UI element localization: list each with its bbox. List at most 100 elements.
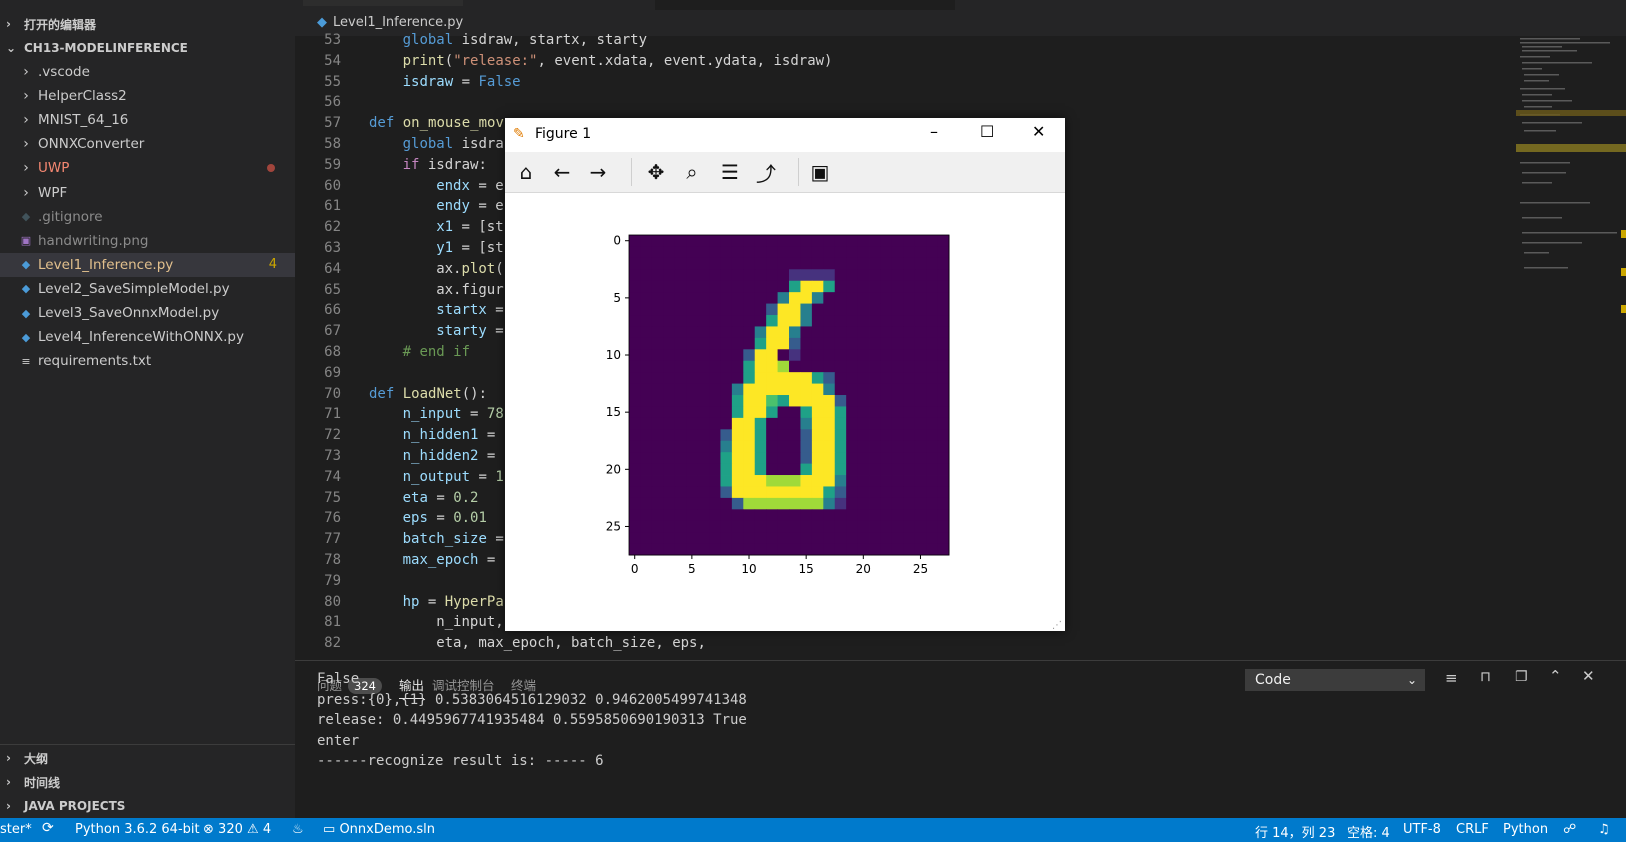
save-icon[interactable]: ▣ — [805, 157, 835, 187]
code-line[interactable]: 71 n_input = 78 — [295, 406, 504, 427]
code-line[interactable]: 66 startx = — [295, 302, 503, 323]
heatmap-cell — [914, 532, 927, 545]
sidebar-item[interactable]: › UWP — [0, 156, 295, 180]
notifications-icon[interactable]: ♫ — [1598, 822, 1610, 837]
code-line[interactable]: 72 n_hidden1 = — [295, 427, 495, 448]
close-panel-icon[interactable]: ✕ — [1582, 667, 1595, 685]
heatmap-cell — [823, 532, 836, 545]
language-mode[interactable]: Python — [1503, 822, 1548, 837]
forward-icon[interactable]: → — [583, 157, 613, 187]
code-line[interactable]: 54 print("release:", event.xdata, event.y… — [295, 53, 832, 74]
code-line[interactable]: 81 n_input, — [295, 614, 503, 635]
sidebar-section[interactable]: › 大纲 — [0, 746, 295, 770]
heatmap-cell — [869, 292, 881, 304]
heatmap-cell — [903, 269, 916, 282]
code-line[interactable]: 55 isdraw = False — [295, 74, 520, 95]
project-section[interactable]: ⌄ CH13-MODELINFERENCE — [0, 36, 295, 60]
heatmap-cell — [743, 235, 756, 247]
active-tab-fragment[interactable] — [655, 0, 955, 10]
sidebar-item[interactable]: › WPF — [0, 181, 295, 205]
code-line[interactable]: 68 # end if — [295, 344, 470, 365]
end-of-line[interactable]: CRLF — [1456, 822, 1489, 837]
code-line[interactable]: 76 eps = 0.01 — [295, 510, 487, 531]
heatmap-cell — [891, 406, 904, 419]
open-editors-section[interactable]: › 打开的编辑器 — [0, 12, 295, 36]
code-token: "release:" — [453, 52, 538, 69]
copy-icon[interactable]: ❐ — [1515, 669, 1528, 685]
encoding[interactable]: UTF-8 — [1403, 822, 1441, 837]
code-line[interactable]: 80 hp = HyperPa — [295, 594, 504, 615]
maximize-panel-icon[interactable]: ⌃ — [1549, 667, 1562, 685]
maximize-icon[interactable]: ☐ — [980, 122, 994, 141]
code-line[interactable]: 61 endy = e — [295, 198, 503, 219]
code-line[interactable]: 59 if isdraw: — [295, 157, 487, 178]
code-line[interactable]: 82 eta, max_epoch, batch_size, eps, — [295, 635, 706, 656]
sidebar-item[interactable]: › MNIST_64_16 — [0, 108, 295, 132]
code-line[interactable]: 63 y1 = [st — [295, 240, 503, 261]
code-line[interactable]: 77 batch_size = — [295, 531, 504, 552]
folder-icon: ▭ — [323, 822, 336, 837]
branch-status[interactable]: ster* — [0, 822, 32, 837]
heatmap-cell — [754, 315, 767, 327]
sidebar-item[interactable]: ◆ Level3_SaveOnnxModel.py — [0, 301, 295, 325]
heatmap-chart[interactable]: 0 5 10 15 20 25 0 5 10 15 20 25 — [505, 193, 1065, 631]
home-icon[interactable]: ⌂ — [511, 157, 541, 187]
sidebar-item[interactable]: ◆ .gitignore — [0, 205, 295, 229]
code-line[interactable]: 65 ax.figur — [295, 282, 503, 303]
code-line[interactable]: 56 — [295, 94, 341, 115]
problems-status[interactable]: ⊗ 320 ⚠ 4 — [203, 822, 271, 837]
figure-titlebar[interactable]: ✎ Figure 1 – ☐ ✕ — [505, 118, 1065, 152]
zoom-icon[interactable]: ⌕ — [677, 157, 707, 187]
python-interpreter[interactable]: Python 3.6.2 64-bit — [75, 822, 200, 837]
heatmap-cell — [846, 315, 858, 327]
sidebar-item[interactable]: › ONNXConverter — [0, 132, 295, 156]
code-line[interactable]: 79 — [295, 573, 341, 594]
sidebar-section[interactable]: › JAVA PROJECTS — [0, 794, 295, 818]
code-line[interactable]: 58 global isdra — [295, 136, 504, 157]
lock-icon[interactable]: ⊓ — [1480, 669, 1491, 685]
sidebar-item[interactable]: ◆ Level2_SaveSimpleModel.py — [0, 277, 295, 301]
code-line[interactable]: 74 n_output = 1 — [295, 469, 504, 490]
heatmap-cell — [903, 509, 916, 522]
code-line[interactable]: 53 global isdraw, startx, starty — [295, 32, 647, 53]
code-line[interactable]: 64 ax.plot( — [295, 261, 504, 282]
code-line[interactable]: 73 n_hidden2 = — [295, 448, 495, 469]
minimap[interactable] — [1508, 32, 1626, 660]
clear-output-icon[interactable]: ≡ — [1445, 669, 1458, 687]
flame-icon[interactable]: ♨ — [292, 822, 304, 837]
heatmap-cell — [937, 463, 950, 476]
code-line[interactable]: 70 def LoadNet(): — [295, 386, 487, 407]
minimize-icon[interactable]: – — [930, 122, 938, 141]
indentation[interactable]: 空格: 4 — [1347, 822, 1390, 841]
heatmap-cell — [834, 326, 847, 339]
code-line[interactable]: 69 — [295, 365, 341, 386]
code-token: = — [427, 510, 454, 527]
code-line[interactable]: 62 x1 = [st — [295, 219, 503, 240]
pan-icon[interactable]: ✥ — [641, 157, 671, 187]
configure-icon[interactable]: ☰ — [715, 157, 745, 187]
output-channel-select[interactable]: Code ⌄ — [1245, 669, 1425, 691]
sidebar-item[interactable]: ◆ Level4_InferenceWithONNX.py — [0, 325, 295, 349]
code-line[interactable]: 57 def on_mouse_mov — [295, 115, 504, 136]
close-icon[interactable]: ✕ — [1032, 122, 1045, 141]
sidebar-section[interactable]: › 时间线 — [0, 770, 295, 794]
sync-icon[interactable]: ⟳ — [42, 820, 54, 836]
code-line[interactable]: 75 eta = 0.2 — [295, 490, 478, 511]
code-line[interactable]: 60 endx = e — [295, 178, 503, 199]
breadcrumb[interactable]: ◆ Level1_Inference.py — [317, 15, 463, 30]
sidebar-item[interactable]: › .vscode — [0, 60, 295, 84]
sidebar-item[interactable]: ▣ handwriting.png — [0, 229, 295, 253]
solution-status[interactable]: ▭ OnnxDemo.sln — [323, 822, 435, 837]
code-line[interactable]: 78 max_epoch = — [295, 552, 495, 573]
sidebar-item[interactable]: ≡ requirements.txt — [0, 349, 295, 373]
resize-grip-icon[interactable]: ⋰ — [1052, 620, 1062, 631]
code-line[interactable]: 67 starty = — [295, 323, 503, 344]
edit-axis-icon[interactable]: ⤴ — [751, 157, 781, 187]
sidebar-item[interactable]: ◆ Level1_Inference.py 4 — [0, 252, 295, 277]
back-icon[interactable]: ← — [547, 157, 577, 187]
feedback-icon[interactable]: ☍ — [1563, 822, 1576, 837]
heatmap-cell — [800, 269, 813, 282]
cursor-position[interactable]: 行 14，列 23 — [1255, 822, 1335, 841]
line-number: 82 — [324, 635, 341, 652]
sidebar-item[interactable]: › HelperClass2 — [0, 84, 295, 108]
